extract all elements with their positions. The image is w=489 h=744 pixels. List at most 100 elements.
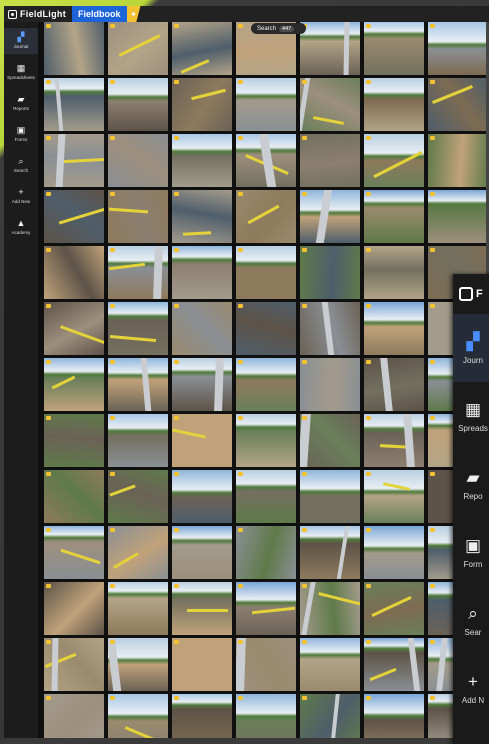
overlay-item-5[interactable]: + Add N (453, 654, 489, 722)
photo-thumbnail[interactable] (364, 414, 424, 467)
photo-thumbnail[interactable] (44, 302, 104, 355)
photo-thumbnail[interactable] (108, 358, 168, 411)
photo-thumbnail[interactable] (236, 526, 296, 579)
photo-thumbnail[interactable] (300, 526, 360, 579)
overlay-item-1[interactable]: ▦ Spreads (453, 382, 489, 450)
photo-thumbnail[interactable] (428, 22, 488, 75)
photo-thumbnail[interactable] (44, 414, 104, 467)
photo-thumbnail[interactable] (44, 638, 104, 691)
photo-thumbnail[interactable] (108, 302, 168, 355)
photo-thumbnail[interactable] (108, 638, 168, 691)
photo-thumbnail[interactable] (44, 582, 104, 635)
photo-thumbnail[interactable] (300, 582, 360, 635)
sidebar-item-add-new[interactable]: + Add New (4, 183, 38, 209)
photo-thumbnail[interactable] (364, 470, 424, 523)
photo-thumbnail[interactable] (236, 470, 296, 523)
sidebar-item-academy[interactable]: ▲ Academy (4, 214, 38, 240)
photo-thumbnail[interactable] (108, 582, 168, 635)
overlay-item-4[interactable]: ⌕ Sear (453, 586, 489, 654)
photo-thumbnail[interactable] (172, 246, 232, 299)
photo-thumbnail[interactable] (428, 134, 488, 187)
photo-thumbnail[interactable] (300, 302, 360, 355)
photo-thumbnail[interactable] (236, 190, 296, 243)
overlay-item-3[interactable]: ▣ Form (453, 518, 489, 586)
photo-thumbnail[interactable] (300, 190, 360, 243)
photo-thumbnail[interactable] (364, 582, 424, 635)
photo-thumbnail[interactable] (364, 302, 424, 355)
photo-thumbnail[interactable] (44, 358, 104, 411)
photo-thumbnail[interactable] (300, 470, 360, 523)
photo-thumbnail[interactable] (428, 78, 488, 131)
photo-thumbnail[interactable] (236, 246, 296, 299)
photo-thumbnail[interactable] (300, 134, 360, 187)
photo-thumbnail[interactable] (428, 190, 488, 243)
sidebar-item-forms[interactable]: ▣ Forms (4, 121, 38, 147)
photo-thumbnail[interactable] (300, 78, 360, 131)
photo-thumbnail[interactable] (172, 638, 232, 691)
photo-thumbnail[interactable] (108, 190, 168, 243)
sidebar-item-journal[interactable]: ▞ Journal (4, 28, 38, 54)
photo-thumbnail[interactable] (172, 694, 232, 738)
photo-thumbnail[interactable] (108, 246, 168, 299)
overlay-item-2[interactable]: ▰ Repo (453, 450, 489, 518)
photo-thumbnail[interactable] (364, 78, 424, 131)
photo-thumbnail[interactable] (172, 302, 232, 355)
photo-thumbnail[interactable] (108, 134, 168, 187)
sidebar-item-search[interactable]: ⌕ Search (4, 152, 38, 178)
photo-thumbnail[interactable] (364, 134, 424, 187)
photo-thumbnail[interactable] (44, 526, 104, 579)
photo-thumbnail[interactable] (364, 638, 424, 691)
sidebar-item-spreadsheets[interactable]: ▦ Spreadsheets (4, 59, 38, 85)
photo-thumbnail[interactable] (236, 302, 296, 355)
photo-thumbnail[interactable] (44, 190, 104, 243)
photo-thumbnail[interactable] (172, 470, 232, 523)
photo-thumbnail[interactable] (364, 694, 424, 738)
photo-thumbnail[interactable] (364, 526, 424, 579)
photo-thumbnail[interactable] (236, 638, 296, 691)
photo-thumbnail[interactable] (300, 246, 360, 299)
overlay-item-0[interactable]: ▞ Journ (453, 314, 489, 382)
photo-thumbnail[interactable] (44, 134, 104, 187)
photo-thumbnail[interactable] (108, 694, 168, 738)
photo-thumbnail[interactable] (108, 470, 168, 523)
photo-thumbnail[interactable] (364, 22, 424, 75)
photo-thumbnail[interactable] (108, 22, 168, 75)
photo-thumbnail[interactable] (172, 78, 232, 131)
overlay-logo[interactable]: F (453, 274, 489, 314)
photo-thumbnail[interactable] (172, 22, 232, 75)
photo-thumbnail[interactable] (364, 358, 424, 411)
photo-thumbnail[interactable] (236, 358, 296, 411)
sidebar-item-reports[interactable]: ▰ Reports (4, 90, 38, 116)
photo-thumbnail[interactable] (300, 414, 360, 467)
app-logo[interactable]: FieldLight (4, 6, 72, 22)
photo-thumbnail[interactable] (172, 526, 232, 579)
photo-thumbnail[interactable] (172, 414, 232, 467)
photo-thumbnail[interactable] (300, 358, 360, 411)
photo-thumbnail[interactable] (236, 582, 296, 635)
lock-icon (110, 248, 115, 252)
photo-thumbnail[interactable] (172, 134, 232, 187)
photo-thumbnail[interactable] (236, 78, 296, 131)
photo-thumbnail[interactable] (300, 638, 360, 691)
photo-thumbnail[interactable] (44, 22, 104, 75)
photo-thumbnail[interactable] (172, 582, 232, 635)
photo-thumbnail[interactable] (108, 414, 168, 467)
photo-thumbnail[interactable] (44, 470, 104, 523)
tab-fieldbook[interactable]: Fieldbook (72, 6, 127, 22)
search-button[interactable]: Search 447 (251, 23, 306, 34)
photo-thumbnail[interactable] (236, 134, 296, 187)
photo-thumbnail[interactable] (236, 694, 296, 738)
photo-thumbnail[interactable] (364, 246, 424, 299)
photo-thumbnail[interactable] (108, 526, 168, 579)
photo-thumbnail[interactable] (108, 78, 168, 131)
photo-thumbnail[interactable] (364, 190, 424, 243)
photo-thumbnail[interactable] (172, 190, 232, 243)
photo-thumbnail[interactable] (44, 694, 104, 738)
photo-thumbnail[interactable] (44, 246, 104, 299)
photo-thumbnail[interactable] (172, 358, 232, 411)
photo-thumbnail[interactable] (300, 694, 360, 738)
photo-thumbnail[interactable] (236, 414, 296, 467)
photo-thumbnail[interactable] (300, 22, 360, 75)
photo-thumbnail[interactable] (44, 78, 104, 131)
notifications-icon[interactable]: ✦ (126, 6, 141, 22)
